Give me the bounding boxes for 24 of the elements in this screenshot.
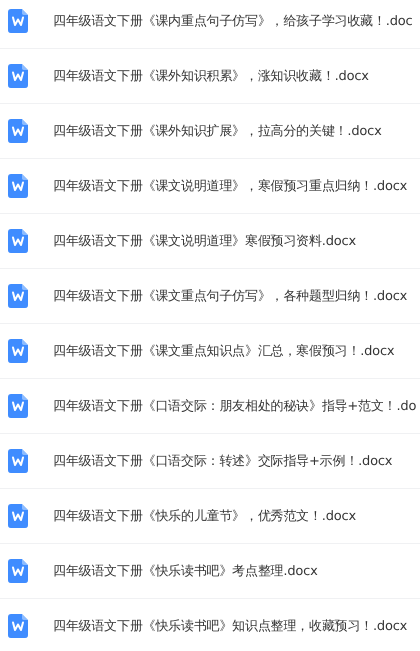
file-name[interactable]: 四年级语文下册《课外知识积累》，涨知识收藏！.docx — [53, 67, 369, 85]
file-name[interactable]: 四年级语文下册《口语交际：朋友相处的秘诀》指导+范文！.do — [53, 397, 416, 415]
word-document-icon — [8, 614, 28, 638]
file-name[interactable]: 四年级语文下册《课文说明道理》，寒假预习重点归纳！.docx — [53, 177, 408, 195]
file-name[interactable]: 四年级语文下册《口语交际：转述》交际指导+示例！.docx — [53, 452, 392, 470]
file-name[interactable]: 四年级语文下册《快乐的儿童节》，优秀范文！.docx — [53, 507, 356, 525]
file-name[interactable]: 四年级语文下册《快乐读书吧》知识点整理，收藏预习！.docx — [53, 617, 408, 635]
file-name[interactable]: 四年级语文下册《课内重点句子仿写》，给孩子学习收藏！.doc — [53, 12, 412, 30]
word-document-icon — [8, 504, 28, 528]
word-document-icon — [8, 284, 28, 308]
word-document-icon — [8, 339, 28, 363]
file-name[interactable]: 四年级语文下册《课文说明道理》寒假预习资料.docx — [53, 232, 356, 250]
word-document-icon — [8, 9, 28, 33]
word-document-icon — [8, 119, 28, 143]
word-document-icon — [8, 174, 28, 198]
word-document-icon — [8, 449, 28, 473]
word-document-icon — [8, 229, 28, 253]
file-name[interactable]: 四年级语文下册《课外知识扩展》，拉高分的关键！.docx — [53, 122, 382, 140]
file-name[interactable]: 四年级语文下册《快乐读书吧》考点整理.docx — [53, 562, 318, 580]
file-name[interactable]: 四年级语文下册《课文重点句子仿写》，各种题型归纳！.docx — [53, 287, 408, 305]
word-document-icon — [8, 559, 28, 583]
word-document-icon — [8, 64, 28, 88]
word-document-icon — [8, 394, 28, 418]
file-name[interactable]: 四年级语文下册《课文重点知识点》汇总，寒假预习！.docx — [53, 342, 394, 360]
